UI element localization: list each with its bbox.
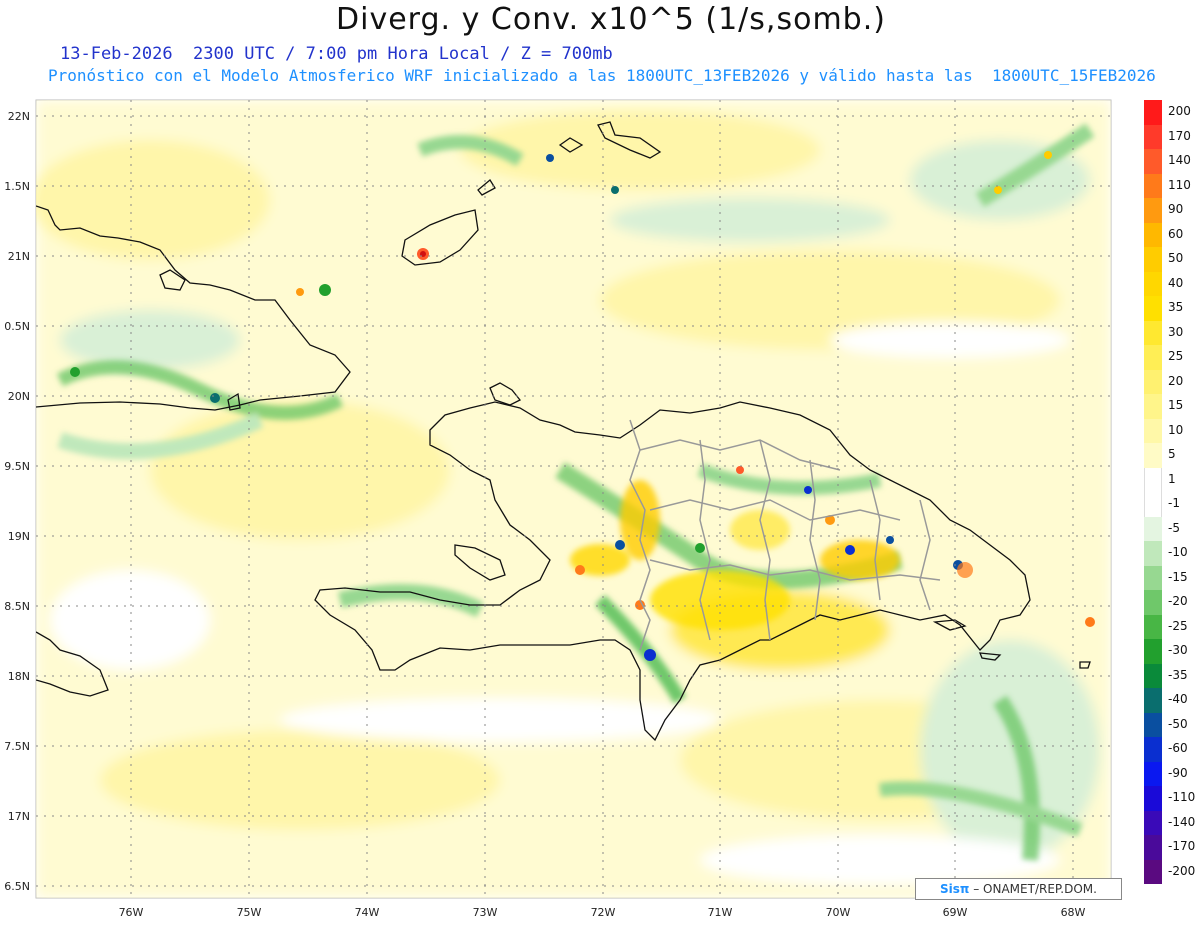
legend-label: 30: [1168, 324, 1184, 339]
sisp-logo: Sisπ: [940, 882, 970, 896]
legend-label: -140: [1168, 814, 1196, 829]
legend-label: -10: [1168, 545, 1188, 560]
legend-swatch: [1144, 614, 1162, 639]
longitude-labels: 76W 75W 74W 73W 72W 71W 70W 69W 68W: [119, 906, 1086, 919]
legend-swatch: [1144, 443, 1162, 468]
legend-label: 15: [1168, 398, 1184, 413]
legend-label: 50: [1168, 251, 1184, 266]
legend-label: -110: [1168, 790, 1196, 805]
divergence-map: 22N 1.5N 21N 0.5N 20N 9.5N 19N 8.5N 18N …: [4, 99, 1112, 919]
lon-label: 71W: [708, 906, 733, 919]
legend-swatch: [1144, 810, 1162, 835]
legend-label: -30: [1168, 643, 1188, 658]
legend-swatch: [1144, 173, 1162, 198]
legend-label: -90: [1168, 765, 1188, 780]
legend-swatch: [1144, 639, 1162, 664]
legend-swatch: [1144, 565, 1162, 590]
lon-label: 74W: [355, 906, 380, 919]
lat-label: 19N: [8, 530, 30, 543]
lon-label: 76W: [119, 906, 144, 919]
legend-label: -35: [1168, 667, 1188, 682]
legend-swatch: [1144, 541, 1162, 566]
legend-label: -50: [1168, 716, 1188, 731]
legend-swatch: [1144, 737, 1162, 762]
lon-label: 69W: [943, 906, 968, 919]
legend-label: 20: [1168, 373, 1184, 388]
legend-label: -15: [1168, 569, 1188, 584]
legend-label: 110: [1168, 177, 1191, 192]
lat-label: 20N: [8, 390, 30, 403]
legend-label: -170: [1168, 839, 1196, 854]
legend-swatch: [1144, 492, 1162, 517]
legend-swatch: [1144, 712, 1162, 737]
legend-swatch: [1144, 786, 1162, 811]
lat-label: 0.5N: [4, 320, 30, 333]
legend-swatch: [1144, 198, 1162, 223]
lat-label: 22N: [8, 110, 30, 123]
lat-label: 1.5N: [4, 180, 30, 193]
lat-label: 8.5N: [4, 600, 30, 613]
legend-swatch: [1144, 124, 1162, 149]
legend-label: 35: [1168, 300, 1184, 315]
lat-label: 17N: [8, 810, 30, 823]
legend-label: 60: [1168, 226, 1184, 241]
legend-swatch: [1144, 369, 1162, 394]
lat-label: 18N: [8, 670, 30, 683]
legend-label: -25: [1168, 618, 1188, 633]
legend-swatch: [1144, 467, 1162, 492]
legend-label: -1: [1168, 496, 1180, 511]
legend-swatch: [1144, 516, 1162, 541]
legend-swatch: [1144, 271, 1162, 296]
legend-label: 25: [1168, 349, 1184, 364]
legend-label: -200: [1168, 863, 1196, 878]
legend-swatch: [1144, 345, 1162, 370]
legend-label: -20: [1168, 594, 1188, 609]
legend-label: 200: [1168, 104, 1191, 119]
legend-swatch: [1144, 590, 1162, 615]
field-shading: [36, 100, 1111, 898]
legend-label: 10: [1168, 422, 1184, 437]
latitude-labels: 22N 1.5N 21N 0.5N 20N 9.5N 19N 8.5N 18N …: [4, 110, 30, 893]
legend-swatch: [1144, 149, 1162, 174]
legend-swatch: [1144, 688, 1162, 713]
lon-label: 70W: [826, 906, 851, 919]
legend-label: 5: [1168, 447, 1176, 462]
lat-label: 9.5N: [4, 460, 30, 473]
legend-label: -40: [1168, 692, 1188, 707]
legend-swatch: [1144, 663, 1162, 688]
legend-label: 90: [1168, 202, 1184, 217]
legend-label: 40: [1168, 275, 1184, 290]
legend-label: 1: [1168, 471, 1176, 486]
credit-text: – ONAMET/REP.DOM.: [969, 882, 1097, 896]
lat-label: 6.5N: [4, 880, 30, 893]
legend-label: 140: [1168, 153, 1191, 168]
legend-swatch: [1144, 247, 1162, 272]
legend-swatch: [1144, 418, 1162, 443]
lon-label: 72W: [591, 906, 616, 919]
credit-box: Sisπ – ONAMET/REP.DOM.: [915, 878, 1122, 900]
legend-swatch: [1144, 859, 1162, 884]
lon-label: 73W: [473, 906, 498, 919]
legend-swatch: [1144, 761, 1162, 786]
legend-label: 170: [1168, 128, 1191, 143]
legend-swatch: [1144, 835, 1162, 860]
legend-swatch: [1144, 394, 1162, 419]
lat-label: 7.5N: [4, 740, 30, 753]
legend-label: -5: [1168, 520, 1180, 535]
legend-swatch: [1144, 296, 1162, 321]
lon-label: 75W: [237, 906, 262, 919]
lat-label: 21N: [8, 250, 30, 263]
lon-label: 68W: [1061, 906, 1086, 919]
legend-swatch: [1144, 100, 1162, 125]
legend-label: -60: [1168, 741, 1188, 756]
legend-swatch: [1144, 320, 1162, 345]
legend-swatch: [1144, 222, 1162, 247]
